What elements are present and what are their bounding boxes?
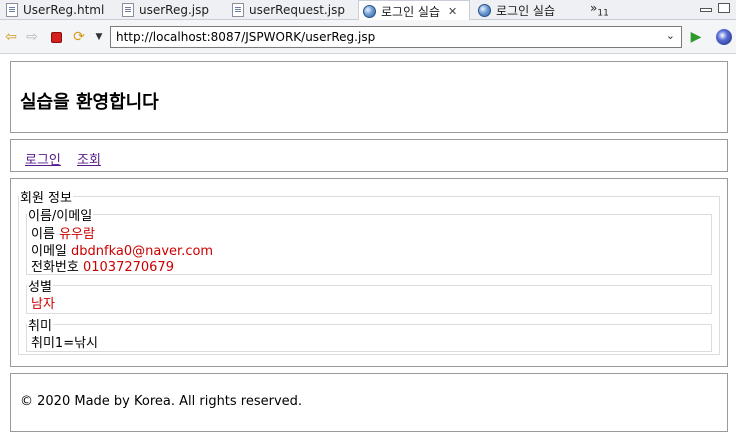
tab-overflow-button[interactable]: »11 [590,1,609,18]
hobby-value: 취미1=낚시 [31,336,99,351]
gender-fieldset: 성별 [26,276,712,314]
chevron-down-icon[interactable]: ⌄ [666,29,675,42]
page-main: 회원 정보 이름/이메일 이름 유우람 이메일 dbdnfka0@naver.c… [10,178,728,367]
file-icon [6,3,18,17]
close-icon[interactable]: ✕ [448,5,457,18]
page-nav: 로그인 조회 [10,139,728,172]
tab-userrequest-jsp[interactable]: userRequest.jsp [228,0,345,20]
maximize-icon[interactable] [718,3,730,13]
tab-label: 로그인 실습 [496,3,556,18]
hidden-tab-count: 11 [597,8,609,19]
page-header: 실습을 환영합니다 [10,61,728,133]
tab-label: userRequest.jsp [249,3,345,17]
editor-tab-bar: UserReg.html userReg.jsp userRequest.jsp… [0,0,736,21]
globe-icon [363,4,376,18]
file-icon [232,3,244,17]
login-link[interactable]: 로그인 [25,149,61,168]
minimize-icon[interactable] [700,8,712,12]
url-text: http://localhost:8087/JSPWORK/userReg.js… [116,30,376,44]
tab-login-practice-active[interactable]: 로그인 실습 ✕ [358,0,470,21]
copyright-text: © 2020 Made by Korea. All rights reserve… [20,394,303,409]
gender-value: 남자 [31,297,55,312]
stop-icon[interactable] [48,29,64,45]
browser-toolbar: ⇦ ⇨ ⟳ ▼ http://localhost:8087/JSPWORK/us… [0,20,736,54]
name-email-legend: 이름/이메일 [28,209,93,224]
forward-arrow-icon[interactable]: ⇨ [24,29,40,45]
tab-userreg-html[interactable]: UserReg.html [2,0,104,20]
phone-value: 01037270679 [82,260,174,275]
file-icon [122,3,134,17]
eclipse-icon[interactable] [716,29,732,45]
phone-label: 전화번호 [31,260,79,275]
tab-label: userReg.jsp [139,3,209,17]
globe-icon [478,3,491,17]
phone-line: 전화번호 01037270679 [31,256,174,275]
tab-userreg-jsp[interactable]: userReg.jsp [118,0,209,20]
hobby-fieldset: 취미 [26,315,712,352]
tab-login-practice[interactable]: 로그인 실습 [474,0,555,20]
back-arrow-icon[interactable]: ⇦ [3,29,19,45]
tab-label: UserReg.html [23,3,105,17]
tab-label: 로그인 실습 [381,4,441,19]
url-input[interactable]: http://localhost:8087/JSPWORK/userReg.js… [110,26,682,48]
go-icon[interactable]: ▶ [688,29,704,45]
search-link[interactable]: 조회 [77,149,101,168]
page-footer: © 2020 Made by Korea. All rights reserve… [10,373,728,432]
member-info-legend: 회원 정보 [20,191,72,206]
page-title: 실습을 환영합니다 [20,92,159,113]
refresh-icon[interactable]: ⟳ [71,29,87,45]
refresh-menu-icon[interactable]: ▼ [91,29,107,45]
